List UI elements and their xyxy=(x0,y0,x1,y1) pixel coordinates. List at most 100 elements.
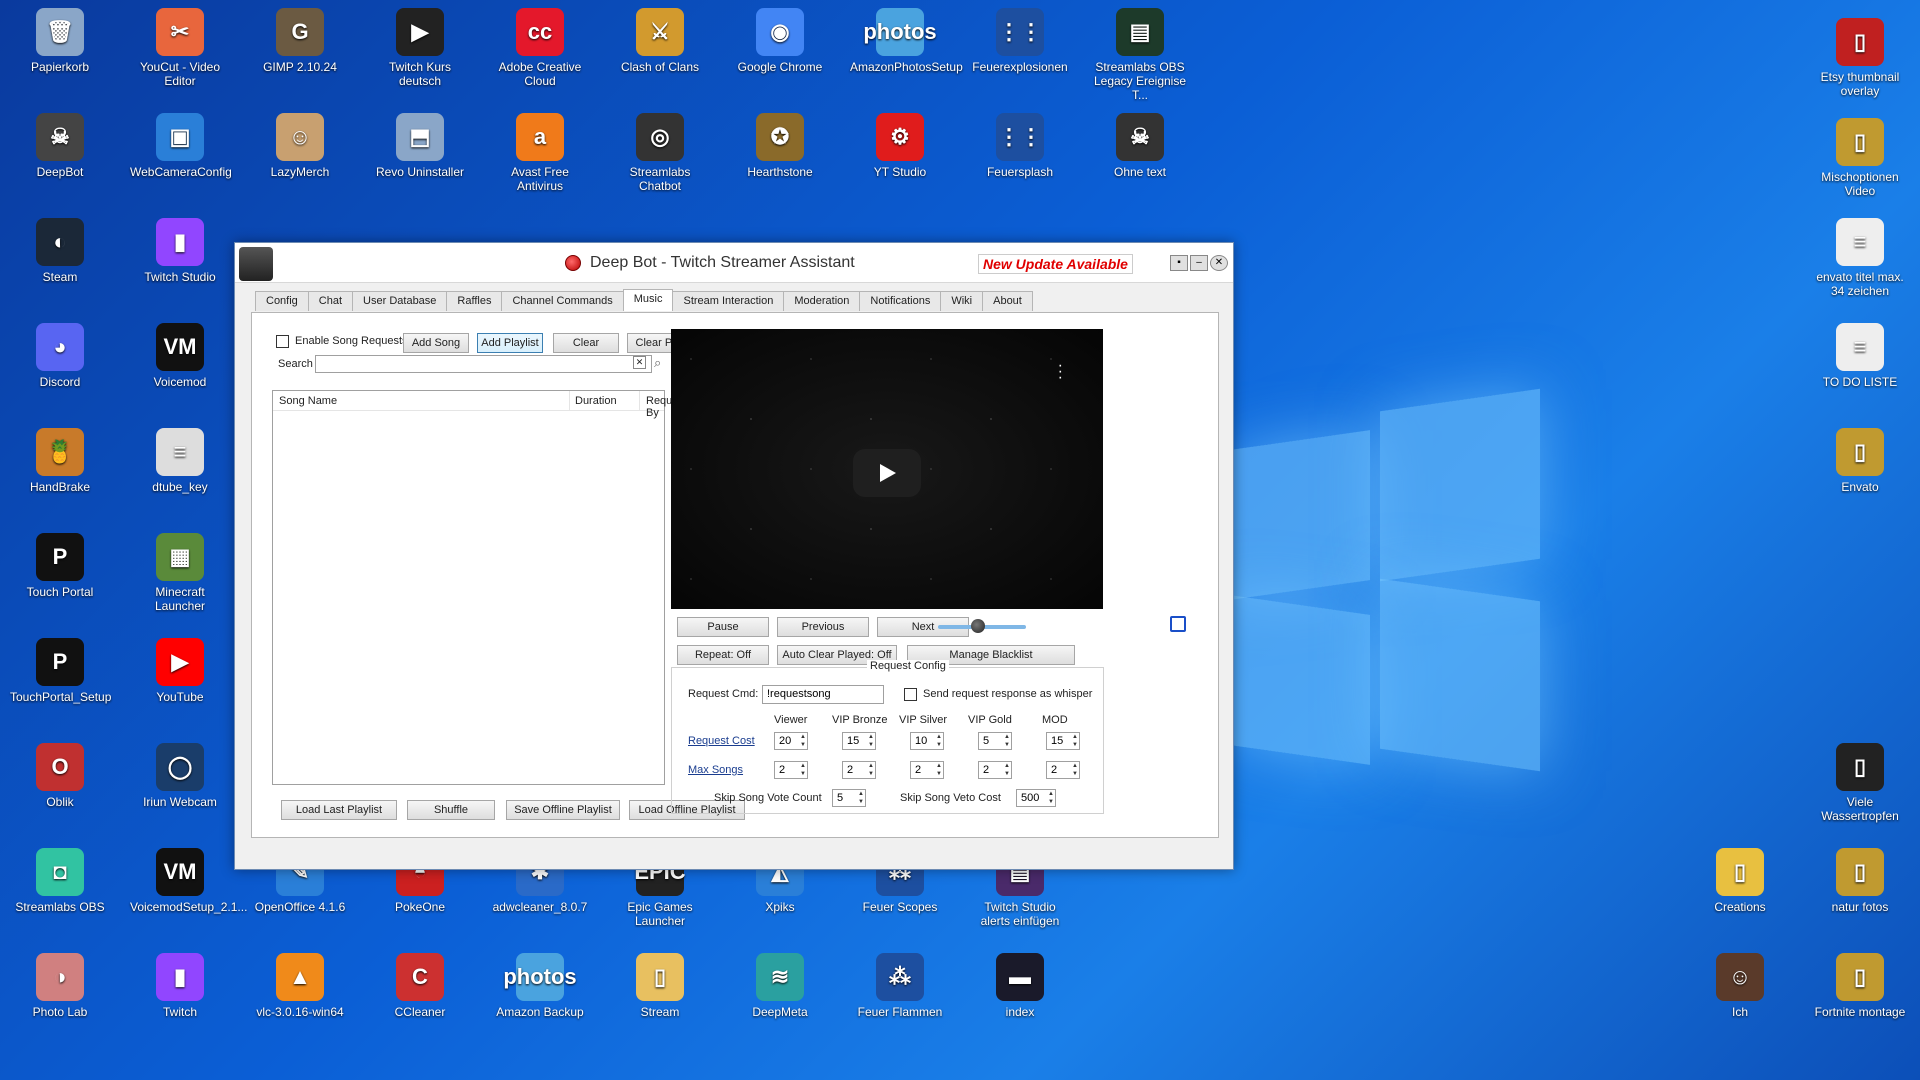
desktop-icon[interactable]: ▬ index xyxy=(970,953,1070,1019)
tab-music[interactable]: Music xyxy=(622,289,674,311)
desktop-icon[interactable]: ▯ Stream xyxy=(610,953,710,1019)
desktop-icon[interactable]: ⚔ Clash of Clans xyxy=(610,8,710,74)
update-notice[interactable]: New Update Available xyxy=(978,254,1133,274)
desktop-icon[interactable]: cc Adobe Creative Cloud xyxy=(490,8,590,88)
desktop-icon[interactable]: ▦ Minecraft Launcher xyxy=(130,533,230,613)
desktop-icon[interactable]: ☺ LazyMerch xyxy=(250,113,350,179)
shuffle-button[interactable]: Shuffle xyxy=(407,800,495,820)
desktop-icon[interactable]: ✂ YouCut - Video Editor xyxy=(130,8,230,88)
desktop-icon[interactable]: ▯ Creations xyxy=(1690,848,1790,914)
desktop-icon[interactable]: ▶ Twitch Kurs deutsch xyxy=(370,8,470,88)
desktop-icon[interactable]: ▣ WebCameraConfig xyxy=(130,113,232,179)
request-cost-label[interactable]: Request Cost xyxy=(688,735,755,747)
tab-stream-interaction[interactable]: Stream Interaction xyxy=(672,291,785,311)
load-last-playlist-button[interactable]: Load Last Playlist xyxy=(281,800,397,820)
tab-chat[interactable]: Chat xyxy=(307,291,354,311)
close-button[interactable]: ✕ xyxy=(1210,255,1228,271)
popout-icon[interactable] xyxy=(1170,616,1186,632)
desktop-icon[interactable]: ◕ Discord xyxy=(10,323,110,389)
more-options-icon[interactable]: · · · xyxy=(1058,358,1063,386)
desktop-icon[interactable]: ▯ natur fotos xyxy=(1810,848,1910,914)
desktop-icon[interactable]: ◘ Streamlabs OBS xyxy=(10,848,110,914)
desktop-icon[interactable]: ≡ envato titel max. 34 zeichen xyxy=(1810,218,1910,298)
tab-user-database[interactable]: User Database xyxy=(352,291,448,311)
desktop-icon[interactable]: VM Voicemod xyxy=(130,323,230,389)
add-playlist-button[interactable]: Add Playlist xyxy=(477,333,543,353)
pause-button[interactable]: Pause xyxy=(677,617,769,637)
desktop-icon[interactable]: ☠ Ohne text xyxy=(1090,113,1190,179)
desktop-icon[interactable]: C CCleaner xyxy=(370,953,470,1019)
request-cost-mod[interactable]: 15 xyxy=(1046,732,1080,750)
desktop-icon[interactable]: P Touch Portal xyxy=(10,533,110,599)
desktop-icon[interactable]: ☺ Ich xyxy=(1690,953,1790,1019)
desktop-icon[interactable]: ⬒ Revo Uninstaller xyxy=(370,113,470,179)
max-songs-label[interactable]: Max Songs xyxy=(688,764,743,776)
desktop-icon[interactable]: ▶ YouTube xyxy=(130,638,230,704)
request-cost-vip-gold[interactable]: 5 xyxy=(978,732,1012,750)
skip-vote-input[interactable]: 5 xyxy=(832,789,866,807)
title-bar[interactable]: Deep Bot - Twitch Streamer Assistant New… xyxy=(235,243,1233,283)
desktop-icon[interactable]: 🗑 Papierkorb xyxy=(10,8,110,74)
column-duration[interactable]: Duration xyxy=(575,395,617,407)
clear-search-icon[interactable]: ✕ xyxy=(633,356,646,369)
desktop-icon[interactable]: ≋ DeepMeta xyxy=(730,953,830,1019)
clear-button[interactable]: Clear xyxy=(553,333,619,353)
request-cost-viewer[interactable]: 20 xyxy=(774,732,808,750)
desktop-icon[interactable]: ▯ Fortnite montage xyxy=(1810,953,1910,1019)
save-offline-playlist-button[interactable]: Save Offline Playlist xyxy=(506,800,620,820)
desktop-icon[interactable]: ◑ Photo Lab xyxy=(10,953,110,1019)
volume-knob[interactable] xyxy=(971,619,985,633)
desktop-icon[interactable]: ▮ Twitch Studio xyxy=(130,218,230,284)
desktop-icon[interactable]: ◯ Iriun Webcam xyxy=(130,743,230,809)
request-cost-vip-bronze[interactable]: 15 xyxy=(842,732,876,750)
tab-config[interactable]: Config xyxy=(255,291,309,311)
desktop-icon[interactable]: ☠ DeepBot xyxy=(10,113,110,179)
volume-slider[interactable] xyxy=(938,619,1026,633)
desktop-icon[interactable]: ▮ Twitch xyxy=(130,953,230,1019)
desktop-icon[interactable]: ◎ Streamlabs Chatbot xyxy=(610,113,710,193)
desktop-icon[interactable]: photos Amazon Backup xyxy=(490,953,590,1019)
desktop-icon[interactable]: ◐ Steam xyxy=(10,218,110,284)
repeat-toggle-button[interactable]: Repeat: Off xyxy=(677,645,769,665)
desktop-icon[interactable]: P TouchPortal_Setup xyxy=(10,638,111,704)
tab-raffles[interactable]: Raffles xyxy=(446,291,503,311)
desktop-icon[interactable]: ▯ Viele Wassertropfen xyxy=(1810,743,1910,823)
desktop-icon[interactable]: ▯ Etsy thumbnail overlay xyxy=(1810,18,1910,98)
desktop-icon[interactable]: ▯ Envato xyxy=(1810,428,1910,494)
desktop-icon[interactable]: G GIMP 2.10.24 xyxy=(250,8,350,74)
max-songs-mod[interactable]: 2 xyxy=(1046,761,1080,779)
max-songs-vip-gold[interactable]: 2 xyxy=(978,761,1012,779)
desktop-icon[interactable]: O Oblik xyxy=(10,743,110,809)
desktop-icon[interactable]: ▤ Streamlabs OBS Legacy Ereignise T... xyxy=(1090,8,1190,102)
column-song-name[interactable]: Song Name xyxy=(279,395,337,407)
desktop-icon[interactable]: ⁂ Feuer Flammen xyxy=(850,953,950,1019)
desktop-icon[interactable]: ≡ TO DO LISTE xyxy=(1810,323,1910,389)
whisper-checkbox[interactable] xyxy=(904,688,917,701)
minimize-button[interactable]: – xyxy=(1190,255,1208,271)
desktop-icon[interactable]: ◉ Google Chrome xyxy=(730,8,830,74)
tab-about[interactable]: About xyxy=(982,291,1033,311)
max-songs-vip-silver[interactable]: 2 xyxy=(910,761,944,779)
desktop-icon[interactable]: ⚙ YT Studio xyxy=(850,113,950,179)
video-player[interactable]: · · · xyxy=(671,329,1103,609)
skip-veto-input[interactable]: 500 xyxy=(1016,789,1056,807)
request-cost-vip-silver[interactable]: 10 xyxy=(910,732,944,750)
tab-channel-commands[interactable]: Channel Commands xyxy=(501,291,624,311)
play-icon[interactable] xyxy=(853,449,921,497)
song-list[interactable]: Song Name Duration Requested By xyxy=(272,390,699,785)
desktop-icon[interactable]: ▯ Mischoptionen Video xyxy=(1810,118,1910,198)
tab-wiki[interactable]: Wiki xyxy=(940,291,984,311)
previous-button[interactable]: Previous xyxy=(777,617,869,637)
tab-notifications[interactable]: Notifications xyxy=(859,291,942,311)
enable-song-requests-checkbox[interactable] xyxy=(276,335,289,348)
max-songs-viewer[interactable]: 2 xyxy=(774,761,808,779)
search-icon[interactable]: ⌕ xyxy=(654,355,661,371)
desktop-icon[interactable]: VM VoicemodSetup_2.1... xyxy=(130,848,247,914)
request-cmd-input[interactable]: !requestsong xyxy=(762,685,884,704)
desktop-icon[interactable]: ⋮⋮ Feuersplash xyxy=(970,113,1070,179)
pin-icon[interactable]: ▪ xyxy=(1170,255,1188,271)
tab-moderation[interactable]: Moderation xyxy=(783,291,861,311)
search-input[interactable] xyxy=(315,355,652,373)
desktop-icon[interactable]: a Avast Free Antivirus xyxy=(490,113,590,193)
desktop-icon[interactable]: ⋮⋮ Feuerexplosionen xyxy=(970,8,1070,74)
